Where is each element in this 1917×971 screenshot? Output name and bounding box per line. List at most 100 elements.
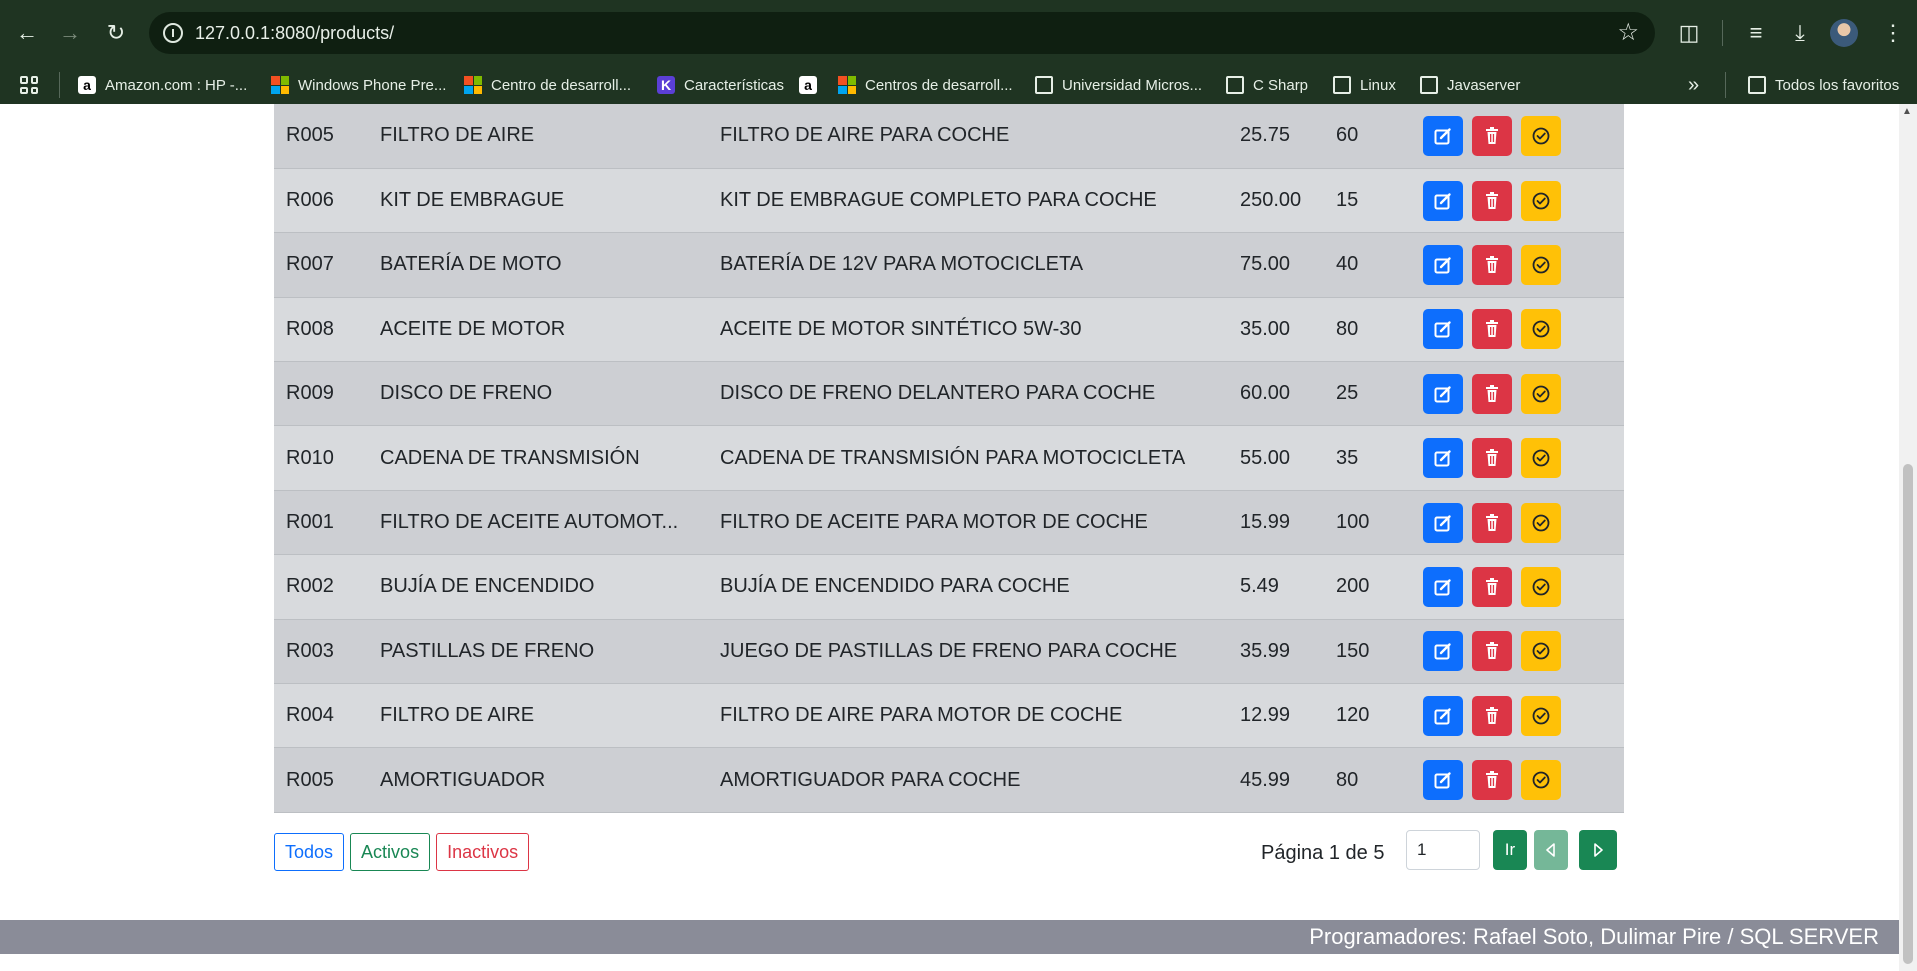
filter-all-button[interactable]: Todos [274, 833, 345, 871]
forward-icon[interactable]: → [53, 16, 87, 50]
delete-button[interactable] [1472, 373, 1512, 414]
products-table-body: R005 FILTRO DE AIRE FILTRO DE AIRE PARA CO… [274, 104, 1624, 813]
activate-button[interactable] [1521, 180, 1561, 221]
bookmark-amazon[interactable]: a [799, 66, 826, 104]
all-favorites-folder[interactable]: Todos los favoritos [1748, 66, 1899, 104]
product-code-cell: R005 [274, 747, 380, 813]
product-actions-cell [1423, 683, 1624, 749]
product-name-cell: FILTRO DE ACEITE AUTOMOT... [380, 490, 720, 556]
activate-button[interactable] [1521, 760, 1561, 801]
product-description-cell: AMORTIGUADOR PARA COCHE [720, 747, 1240, 813]
filter-active-button[interactable]: Activos [350, 833, 431, 871]
next-page-button[interactable] [1579, 830, 1617, 870]
product-description-cell: KIT DE EMBRAGUE COMPLETO PARA COCHE [720, 168, 1240, 234]
activate-button[interactable] [1521, 502, 1561, 543]
product-code-cell: R005 [274, 104, 380, 169]
bookmark-centros-desarrollo[interactable]: Centros de desarroll... [838, 66, 1013, 104]
microsoft-icon [838, 76, 856, 94]
activate-button[interactable] [1521, 631, 1561, 672]
downloads-icon[interactable]: ⤓ [1783, 16, 1817, 50]
more-bookmarks-button[interactable]: » [1688, 66, 1699, 104]
scroll-up-icon[interactable]: ▲ [1902, 106, 1912, 117]
activate-button[interactable] [1521, 309, 1561, 350]
amazon-icon: a [78, 76, 96, 94]
edit-button[interactable] [1423, 760, 1463, 801]
delete-button[interactable] [1472, 438, 1512, 479]
activate-button[interactable] [1521, 115, 1561, 156]
bookmark-caracteristicas[interactable]: K Características [657, 66, 784, 104]
edit-button[interactable] [1423, 502, 1463, 543]
product-row: R001 FILTRO DE ACEITE AUTOMOT... FILTRO DE… [274, 490, 1624, 556]
activate-button[interactable] [1521, 695, 1561, 736]
edit-button[interactable] [1423, 244, 1463, 285]
edit-button[interactable] [1423, 566, 1463, 607]
product-description-cell: CADENA DE TRANSMISIÓN PARA MOTOCICLETA [720, 425, 1240, 491]
menu-icon[interactable]: ⋮ [1876, 16, 1910, 50]
media-control-icon[interactable]: ≡ [1739, 16, 1773, 50]
folder-icon [1420, 76, 1438, 94]
product-row: R009 DISCO DE FRENO DISCO DE FRENO DELANTE… [274, 361, 1624, 427]
bookmark-javaserver[interactable]: Javaserver [1420, 66, 1520, 104]
site-info-icon[interactable] [163, 23, 183, 43]
bookmark-universidad[interactable]: Universidad Micros... [1035, 66, 1202, 104]
delete-button[interactable] [1472, 631, 1512, 672]
activate-button[interactable] [1521, 438, 1561, 479]
bookmark-linux[interactable]: Linux [1333, 66, 1396, 104]
all-favorites-label: Todos los favoritos [1775, 76, 1900, 94]
delete-button[interactable] [1472, 309, 1512, 350]
edit-button[interactable] [1423, 373, 1463, 414]
bookmark-c-sharp[interactable]: C Sharp [1226, 66, 1308, 104]
bookmark-amazon-hp[interactable]: a Amazon.com : HP -... [78, 66, 247, 104]
edit-button[interactable] [1423, 695, 1463, 736]
product-stock-cell: 15 [1336, 168, 1423, 234]
go-to-page-button[interactable]: Ir [1493, 830, 1527, 870]
delete-button[interactable] [1472, 115, 1512, 156]
folder-icon [1226, 76, 1244, 94]
apps-icon[interactable] [20, 76, 38, 94]
activate-button[interactable] [1521, 373, 1561, 414]
page-footer: Programadores: Rafael Soto, Dulimar Pire… [0, 920, 1899, 954]
product-price-cell: 15.99 [1240, 490, 1336, 556]
delete-button[interactable] [1472, 566, 1512, 607]
activate-button[interactable] [1521, 566, 1561, 607]
profile-avatar[interactable] [1830, 19, 1858, 47]
product-description-cell: JUEGO DE PASTILLAS DE FRENO PARA COCHE [720, 619, 1240, 685]
product-code-cell: R006 [274, 168, 380, 234]
bookmark-label: Universidad Micros... [1062, 76, 1203, 94]
filter-inactive-button[interactable]: Inactivos [436, 833, 530, 871]
extensions-icon[interactable]: ◫ [1672, 16, 1706, 50]
microsoft-icon [464, 76, 482, 94]
edit-button[interactable] [1423, 180, 1463, 221]
footer-credits: Programadores: Rafael Soto, Dulimar Pire… [1309, 924, 1879, 949]
previous-page-button[interactable] [1534, 830, 1568, 870]
edit-button[interactable] [1423, 438, 1463, 479]
url-text[interactable]: 127.0.0.1:8080/products/ [195, 22, 394, 44]
page-number-input[interactable] [1406, 830, 1480, 870]
reload-icon[interactable]: ↻ [99, 16, 133, 50]
vertical-scrollbar[interactable]: ▲ [1899, 104, 1917, 971]
product-stock-cell: 200 [1336, 554, 1423, 620]
product-stock-cell: 35 [1336, 425, 1423, 491]
product-actions-cell [1423, 232, 1624, 298]
product-row: R005 AMORTIGUADOR AMORTIGUADOR PARA COCHE 4… [274, 747, 1624, 813]
activate-button[interactable] [1521, 244, 1561, 285]
product-row: R006 KIT DE EMBRAGUE KIT DE EMBRAGUE COMPL… [274, 168, 1624, 234]
bookmark-star-icon[interactable]: ☆ [1617, 18, 1639, 48]
delete-button[interactable] [1472, 180, 1512, 221]
edit-button[interactable] [1423, 115, 1463, 156]
delete-button[interactable] [1472, 244, 1512, 285]
back-icon[interactable]: ← [10, 16, 44, 50]
product-stock-cell: 25 [1336, 361, 1423, 427]
edit-button[interactable] [1423, 631, 1463, 672]
bookmark-windows-phone[interactable]: Windows Phone Pre... [271, 66, 446, 104]
bookmark-centro-desarrollo[interactable]: Centro de desarroll... [464, 66, 631, 104]
delete-button[interactable] [1472, 502, 1512, 543]
product-actions-cell [1423, 619, 1624, 685]
address-bar[interactable]: 127.0.0.1:8080/products/ ☆ [149, 12, 1655, 54]
delete-button[interactable] [1472, 695, 1512, 736]
bookmark-label: Características [684, 76, 785, 94]
edit-button[interactable] [1423, 309, 1463, 350]
delete-button[interactable] [1472, 760, 1512, 801]
bookmark-label: Windows Phone Pre... [298, 76, 447, 94]
scrollbar-thumb[interactable] [1903, 464, 1913, 964]
